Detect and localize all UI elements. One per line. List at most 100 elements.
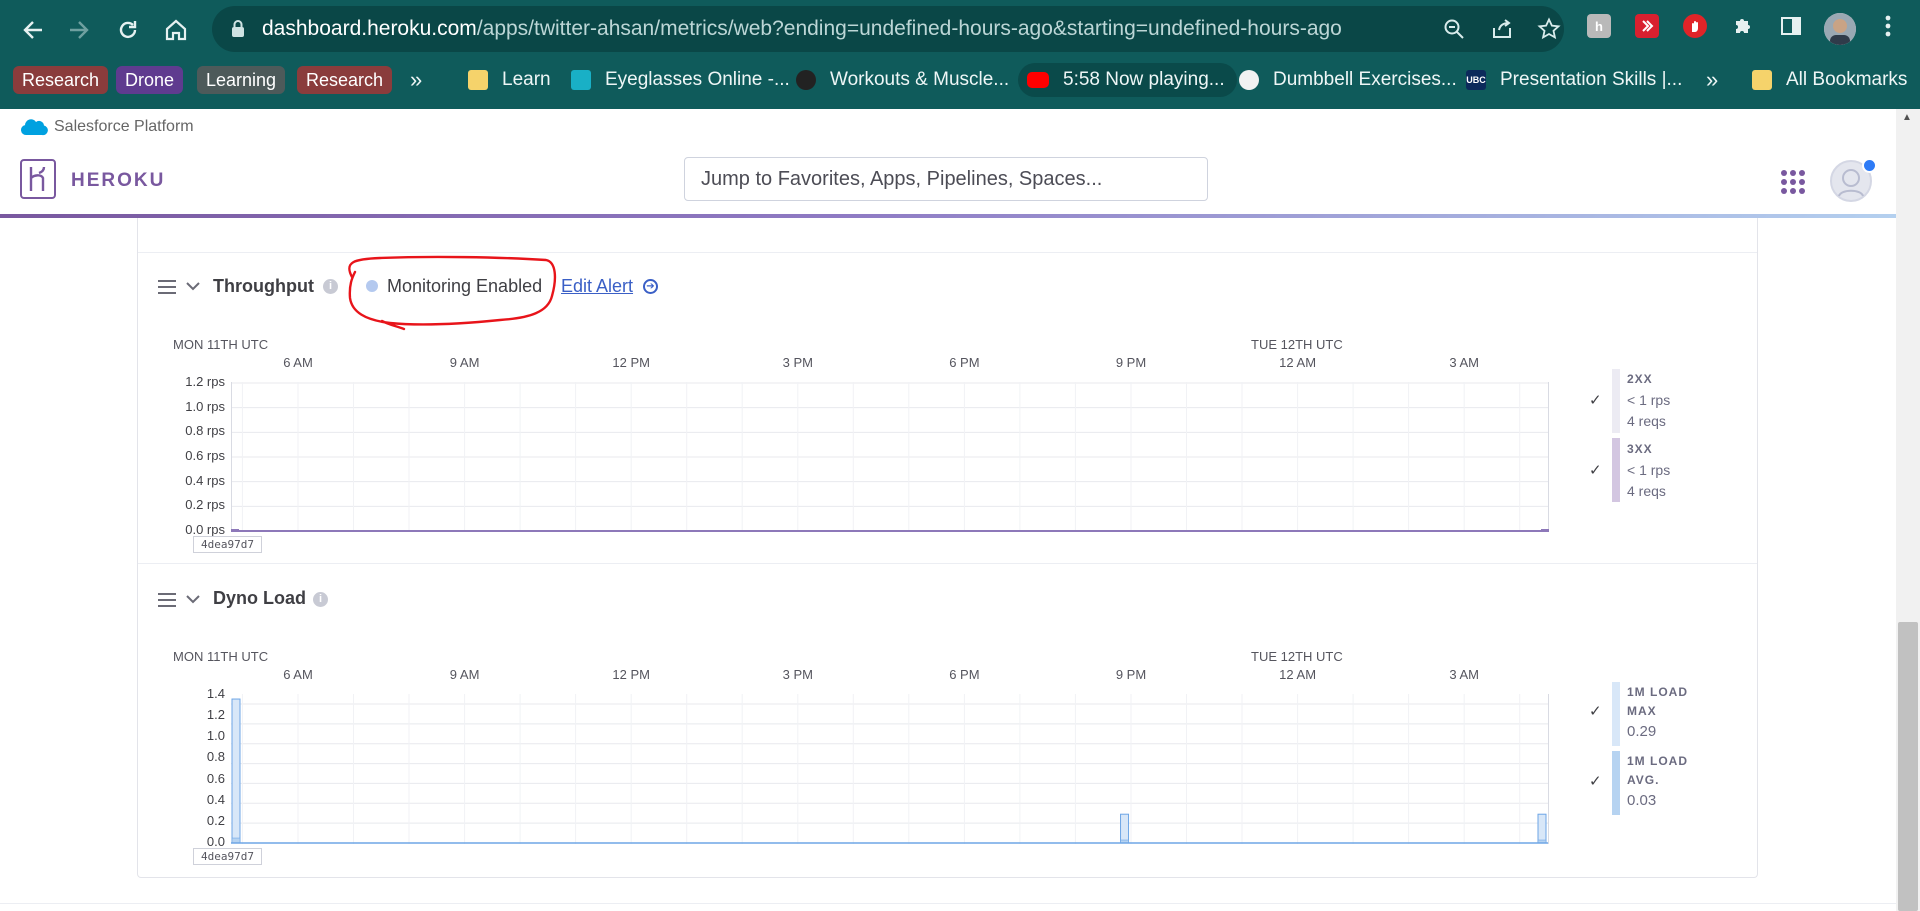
info-icon[interactable]: i (313, 592, 328, 607)
monitoring-status-dot (366, 280, 378, 292)
y-tick-label: 1.4 (206, 686, 225, 701)
bookmark-presentation-skills[interactable]: UBC Presentation Skills |... (1466, 63, 1682, 97)
x-tick-label: 9 PM (1115, 667, 1147, 682)
legend-name: 2XX (1627, 372, 1653, 386)
bookmark-label: Learn (502, 69, 551, 90)
x-tick-label: 12 PM (612, 355, 650, 370)
bookmark-group-drone[interactable]: Drone (116, 66, 184, 94)
y-tick-label: 1.2 (206, 707, 225, 723)
check-icon[interactable]: ✓ (1589, 772, 1602, 790)
bookmark-group-research[interactable]: Research (13, 66, 109, 94)
x-tick-label: 6 PM (949, 667, 980, 682)
edit-alert-link[interactable]: Edit Alert (561, 276, 633, 297)
bookmark-dumbbell-exercises[interactable]: Dumbbell Exercises... (1239, 63, 1457, 97)
home-button[interactable] (158, 12, 194, 48)
x-tick-label: 6 AM (283, 667, 313, 682)
arrow-circle-right-icon[interactable]: ➔ (643, 279, 658, 294)
bookmark-label: 5:58 Now playing... (1063, 69, 1225, 90)
scrollbar-thumb[interactable] (1898, 622, 1918, 911)
bookmark-group-learning[interactable]: Learning (197, 66, 286, 94)
y-tick-label: 1.0 (206, 728, 225, 744)
day-label-mon: MON 11TH UTC (173, 337, 269, 352)
side-panel-icon[interactable] (1779, 14, 1803, 38)
folder-icon (1752, 70, 1772, 90)
adblock-extension-icon[interactable] (1683, 14, 1707, 38)
legend-rate: < 1 rps (1627, 462, 1671, 478)
url-path: /apps/twitter-ahsan/metrics/web?ending=u… (476, 17, 1342, 40)
bookmarks-overflow-button[interactable]: » (1706, 63, 1718, 97)
legend-rate: < 1 rps (1627, 392, 1671, 408)
dyno-load-chart[interactable] (231, 694, 1549, 844)
bookmark-workouts[interactable]: Workouts & Muscle... (796, 63, 1009, 97)
bar-load-max (1537, 813, 1547, 844)
card-divider (138, 563, 1757, 564)
check-icon[interactable]: ✓ (1589, 461, 1602, 479)
y-tick-label: 0.4 (206, 791, 225, 807)
drag-handle-icon[interactable] (158, 280, 176, 294)
legend-count: 4 reqs (1627, 483, 1666, 499)
lock-icon[interactable] (230, 19, 246, 39)
profile-avatar[interactable] (1824, 13, 1856, 45)
chevron-down-icon[interactable] (186, 594, 200, 604)
y-tick-label: 0.6 (206, 770, 225, 786)
bookmark-learn[interactable]: Learn (468, 63, 551, 97)
bookmark-label: Dumbbell Exercises... (1273, 69, 1457, 90)
bookmark-youtube[interactable]: 5:58 Now playing... (1018, 63, 1237, 97)
x-tick-label: 3 AM (1449, 667, 1479, 682)
x-tick-label: 3 AM (1449, 355, 1479, 370)
all-bookmarks-folder[interactable]: All Bookmarks (1752, 63, 1907, 97)
heroku-logo-text[interactable]: HEROKU (71, 145, 165, 217)
y-tick-label: 0.6 rps (185, 448, 225, 463)
reload-icon (119, 21, 137, 39)
bookmark-label: Eyeglasses Online -... (605, 69, 790, 90)
check-icon[interactable]: ✓ (1589, 391, 1602, 409)
release-tag[interactable]: 4dea97d7 (193, 848, 262, 865)
url-host: dashboard.heroku.com (262, 17, 477, 40)
bar-load-max (231, 698, 241, 844)
bookmark-group-research-2[interactable]: Research (297, 66, 393, 94)
share-icon[interactable] (1488, 15, 1516, 43)
back-button[interactable] (15, 12, 51, 48)
heroku-extension-icon[interactable]: h (1587, 14, 1611, 38)
bookmark-groups-overflow-button[interactable]: » (410, 63, 422, 97)
monitoring-enabled-label: Monitoring Enabled (387, 276, 543, 296)
salesforce-platform-label: Salesforce Platform (54, 118, 194, 135)
legend-value: 0.03 (1627, 792, 1657, 809)
series-end-marker (231, 529, 239, 531)
dumbbell-icon (796, 70, 816, 90)
salesforce-platform-strip: Salesforce Platform (0, 109, 1896, 146)
apps-grid-icon[interactable] (1780, 169, 1806, 195)
star-icon[interactable] (1535, 15, 1563, 43)
jump-search-input[interactable] (684, 157, 1208, 201)
day-label-tue: TUE 12TH UTC (1251, 649, 1343, 664)
check-icon[interactable]: ✓ (1589, 702, 1602, 720)
puzzle-icon[interactable] (1731, 14, 1755, 38)
y-tick-label: 1.2 rps (185, 374, 225, 389)
menu-kebab-icon[interactable] (1876, 14, 1900, 38)
y-tick-label: 0.2 rps (185, 497, 225, 513)
y-tick-label: 0.4 rps (185, 472, 225, 488)
x-tick-label: 9 PM (1115, 355, 1147, 370)
chevron-down-icon[interactable] (186, 281, 200, 291)
info-icon[interactable]: i (323, 279, 338, 294)
x-tick-label: 3 PM (782, 667, 813, 682)
reload-button[interactable] (110, 12, 146, 48)
page-divider (0, 903, 1896, 904)
y-tick-label: 0.8 rps (185, 423, 225, 439)
zoom-icon[interactable] (1440, 15, 1468, 43)
release-tag[interactable]: 4dea97d7 (193, 536, 262, 553)
drag-handle-icon[interactable] (158, 593, 176, 607)
all-bookmarks-label: All Bookmarks (1786, 69, 1908, 90)
arrow-left-icon (23, 21, 42, 39)
day-label-tue: TUE 12TH UTC (1251, 337, 1343, 352)
x-tick-label: 9 AM (449, 355, 480, 370)
forward-button[interactable] (61, 12, 97, 48)
scroll-up-arrow-icon[interactable]: ▲ (1902, 112, 1912, 123)
address-bar[interactable]: dashboard.heroku.com/apps/twitter-ahsan/… (212, 6, 1564, 52)
salesforce-cloud-icon (20, 119, 48, 136)
y-tick-label: 0.0 rps (185, 522, 225, 537)
throughput-chart[interactable] (231, 382, 1549, 532)
bookmark-eyeglasses[interactable]: Eyeglasses Online -... (571, 63, 790, 97)
video-extension-icon[interactable] (1635, 14, 1659, 38)
heroku-logo-icon[interactable] (20, 159, 56, 199)
